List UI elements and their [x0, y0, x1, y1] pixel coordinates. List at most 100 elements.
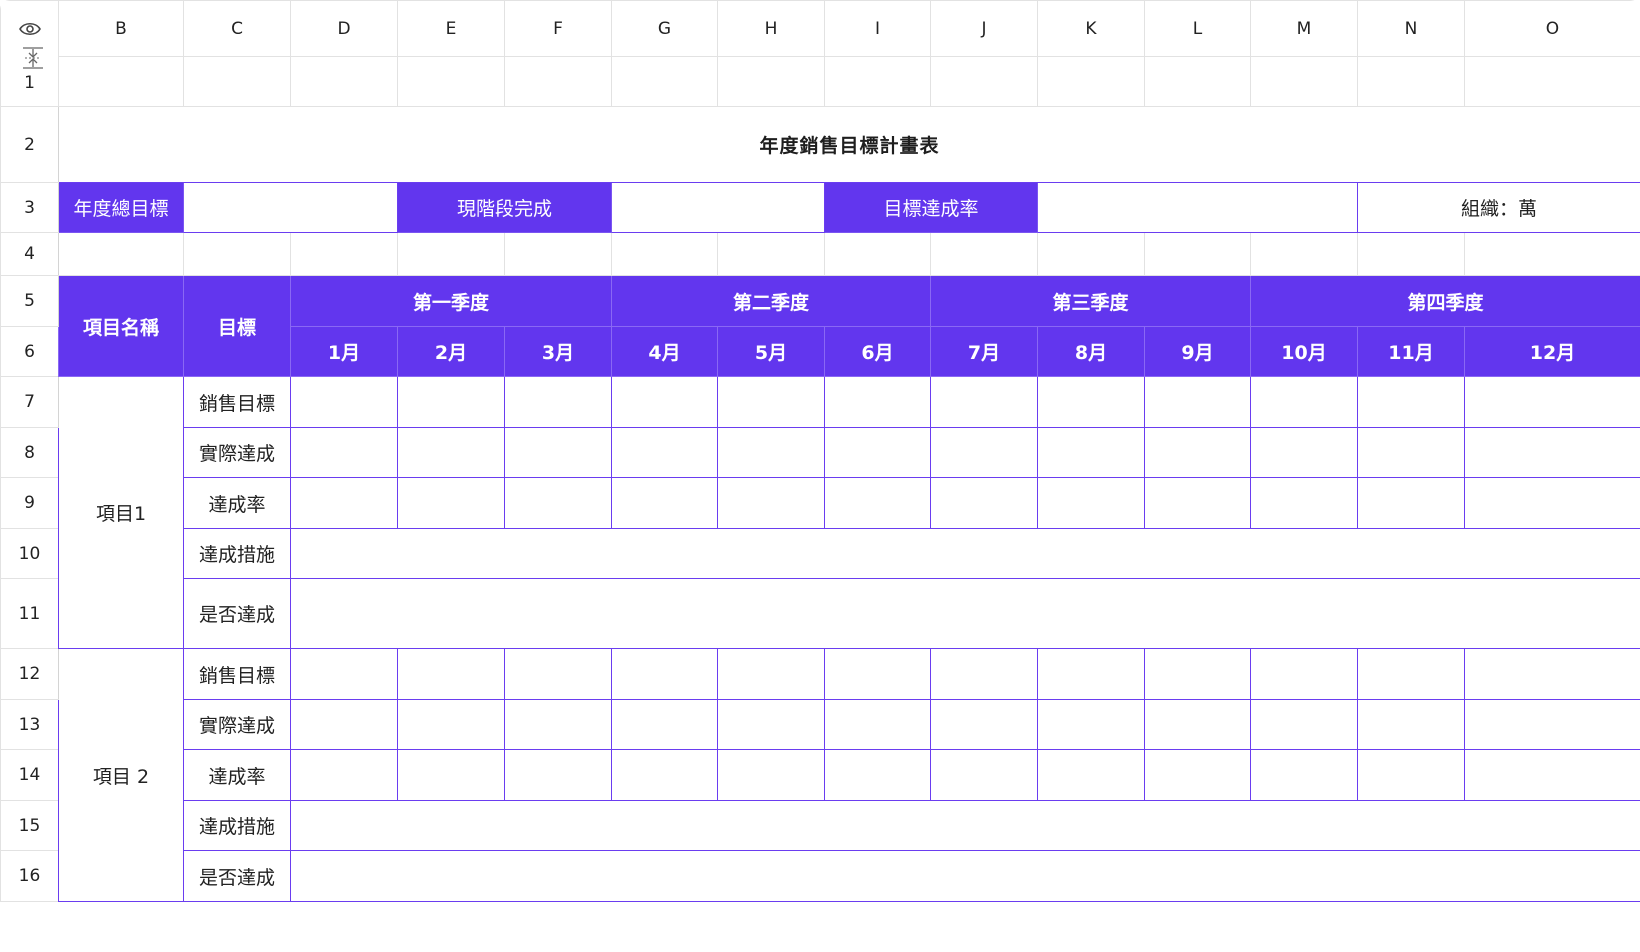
month-header[interactable]: 10月 — [1250, 326, 1358, 377]
month-cell[interactable] — [397, 749, 505, 801]
row-header-12[interactable]: 12 — [0, 648, 59, 700]
col-header-i[interactable]: I — [824, 0, 931, 57]
annual-target-value[interactable] — [183, 182, 398, 233]
month-cell[interactable] — [397, 648, 505, 700]
stage-done-value[interactable] — [611, 182, 825, 233]
cell[interactable] — [717, 232, 825, 276]
quarter-3-header[interactable]: 第三季度 — [930, 275, 1251, 327]
row-header-2[interactable]: 2 — [0, 106, 59, 183]
metric-label[interactable]: 實際達成 — [183, 427, 291, 478]
month-cell[interactable] — [717, 648, 825, 700]
row-header-10[interactable]: 10 — [0, 528, 59, 579]
month-cell[interactable] — [290, 648, 398, 700]
cell[interactable] — [397, 56, 505, 107]
achieved-cell[interactable] — [290, 850, 1640, 902]
cell[interactable] — [58, 56, 184, 107]
month-cell[interactable] — [717, 749, 825, 801]
cell[interactable] — [1464, 232, 1640, 276]
eye-icon[interactable] — [19, 21, 41, 41]
col-header-d[interactable]: D — [290, 0, 398, 57]
month-cell[interactable] — [1357, 749, 1465, 801]
col-header-n[interactable]: N — [1357, 0, 1465, 57]
col-header-k[interactable]: K — [1037, 0, 1145, 57]
month-cell[interactable] — [1250, 699, 1358, 750]
col-header-b[interactable]: B — [58, 0, 184, 57]
month-cell[interactable] — [397, 699, 505, 750]
month-cell[interactable] — [611, 427, 718, 478]
month-cell[interactable] — [930, 699, 1038, 750]
cell[interactable] — [1037, 56, 1145, 107]
col-header-c[interactable]: C — [183, 0, 291, 57]
month-cell[interactable] — [930, 749, 1038, 801]
month-cell[interactable] — [1250, 477, 1358, 529]
month-cell[interactable] — [397, 477, 505, 529]
month-cell[interactable] — [290, 749, 398, 801]
month-header[interactable]: 12月 — [1464, 326, 1640, 377]
month-cell[interactable] — [1464, 699, 1640, 750]
month-cell[interactable] — [504, 648, 612, 700]
month-cell[interactable] — [717, 427, 825, 478]
rate-label[interactable]: 目標達成率 — [824, 182, 1038, 233]
month-cell[interactable] — [611, 376, 718, 428]
month-cell[interactable] — [717, 699, 825, 750]
month-cell[interactable] — [1144, 376, 1251, 428]
cell[interactable] — [504, 56, 612, 107]
month-cell[interactable] — [824, 699, 931, 750]
month-cell[interactable] — [930, 427, 1038, 478]
cell[interactable] — [397, 232, 505, 276]
metric-label[interactable]: 銷售目標 — [183, 376, 291, 428]
month-cell[interactable] — [1144, 427, 1251, 478]
row-header-1[interactable]: 1 — [2, 73, 58, 93]
month-header[interactable]: 11月 — [1357, 326, 1465, 377]
month-cell[interactable] — [504, 749, 612, 801]
month-cell[interactable] — [1357, 699, 1465, 750]
row-header-8[interactable]: 8 — [0, 427, 59, 478]
cell[interactable] — [1144, 232, 1251, 276]
row-header-11[interactable]: 11 — [0, 578, 59, 649]
cell[interactable] — [183, 56, 291, 107]
month-cell[interactable] — [611, 749, 718, 801]
month-cell[interactable] — [1357, 477, 1465, 529]
cell[interactable] — [930, 232, 1038, 276]
month-cell[interactable] — [611, 648, 718, 700]
cell[interactable] — [1250, 232, 1358, 276]
measures-cell[interactable] — [290, 528, 1640, 579]
col-header-e[interactable]: E — [397, 0, 505, 57]
month-cell[interactable] — [1250, 427, 1358, 478]
month-cell[interactable] — [1464, 427, 1640, 478]
month-cell[interactable] — [397, 376, 505, 428]
month-cell[interactable] — [824, 376, 931, 428]
cell[interactable] — [290, 232, 398, 276]
row-header-4[interactable]: 4 — [0, 232, 59, 276]
col-header-j[interactable]: J — [930, 0, 1038, 57]
row-header-13[interactable]: 13 — [0, 699, 59, 750]
month-cell[interactable] — [1357, 376, 1465, 428]
cell[interactable] — [183, 232, 291, 276]
month-cell[interactable] — [611, 699, 718, 750]
month-cell[interactable] — [504, 376, 612, 428]
month-header[interactable]: 4月 — [611, 326, 718, 377]
month-cell[interactable] — [611, 477, 718, 529]
month-header[interactable]: 7月 — [930, 326, 1038, 377]
month-cell[interactable] — [824, 749, 931, 801]
annual-target-label[interactable]: 年度總目標 — [58, 182, 184, 233]
row-header-5[interactable]: 5 — [0, 275, 59, 327]
month-cell[interactable] — [824, 477, 931, 529]
metric-label[interactable]: 銷售目標 — [183, 648, 291, 700]
quarter-4-header[interactable]: 第四季度 — [1250, 275, 1640, 327]
month-cell[interactable] — [1144, 477, 1251, 529]
month-cell[interactable] — [1144, 699, 1251, 750]
month-header[interactable]: 9月 — [1144, 326, 1251, 377]
month-cell[interactable] — [1037, 477, 1145, 529]
month-cell[interactable] — [290, 477, 398, 529]
cell[interactable] — [611, 232, 718, 276]
month-cell[interactable] — [1037, 699, 1145, 750]
month-cell[interactable] — [717, 477, 825, 529]
month-cell[interactable] — [1357, 648, 1465, 700]
metric-label[interactable]: 實際達成 — [183, 699, 291, 750]
month-cell[interactable] — [1037, 376, 1145, 428]
month-cell[interactable] — [504, 477, 612, 529]
cell[interactable] — [1357, 232, 1465, 276]
col-header-h[interactable]: H — [717, 0, 825, 57]
month-cell[interactable] — [504, 699, 612, 750]
